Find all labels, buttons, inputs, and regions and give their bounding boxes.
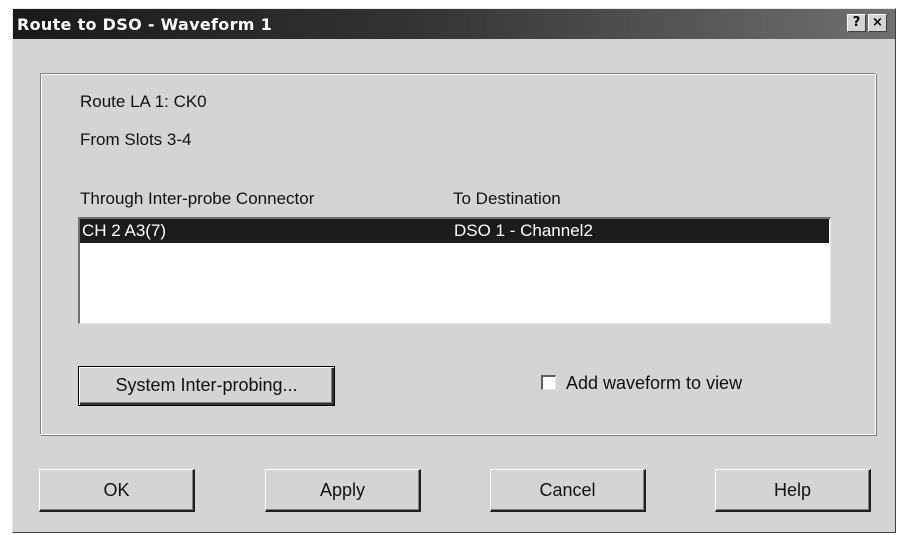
close-button[interactable]: × (868, 14, 887, 32)
ok-button[interactable]: OK (39, 469, 195, 512)
destination-cell: DSO 1 - Channel2 (454, 221, 593, 240)
add-waveform-checkbox[interactable] (541, 375, 556, 390)
title-bar[interactable]: Route to DSO - Waveform 1 ? × (13, 9, 895, 39)
system-interprobing-button[interactable]: System Inter-probing... (78, 366, 335, 406)
column-header-destination: To Destination (453, 189, 561, 208)
apply-button[interactable]: Apply (265, 469, 421, 512)
help-button[interactable]: Help (715, 469, 871, 512)
question-mark-icon: ? (852, 15, 861, 30)
close-icon: × (872, 15, 883, 30)
list-row[interactable]: CH 2 A3(7) DSO 1 - Channel2 (80, 219, 829, 243)
window-title: Route to DSO - Waveform 1 (17, 15, 273, 34)
connector-cell: CH 2 A3(7) (82, 221, 167, 240)
route-to-dso-dialog: Route to DSO - Waveform 1 ? × Route LA 1… (12, 8, 896, 533)
column-header-connector: Through Inter-probe Connector (80, 189, 315, 208)
add-waveform-label[interactable]: Add waveform to view (566, 373, 742, 394)
help-question-button[interactable]: ? (847, 14, 866, 32)
cancel-button[interactable]: Cancel (490, 469, 646, 512)
from-slots-label: From Slots 3-4 (80, 130, 192, 149)
route-listbox[interactable]: CH 2 A3(7) DSO 1 - Channel2 (78, 217, 831, 324)
route-label: Route LA 1: CK0 (80, 92, 207, 111)
